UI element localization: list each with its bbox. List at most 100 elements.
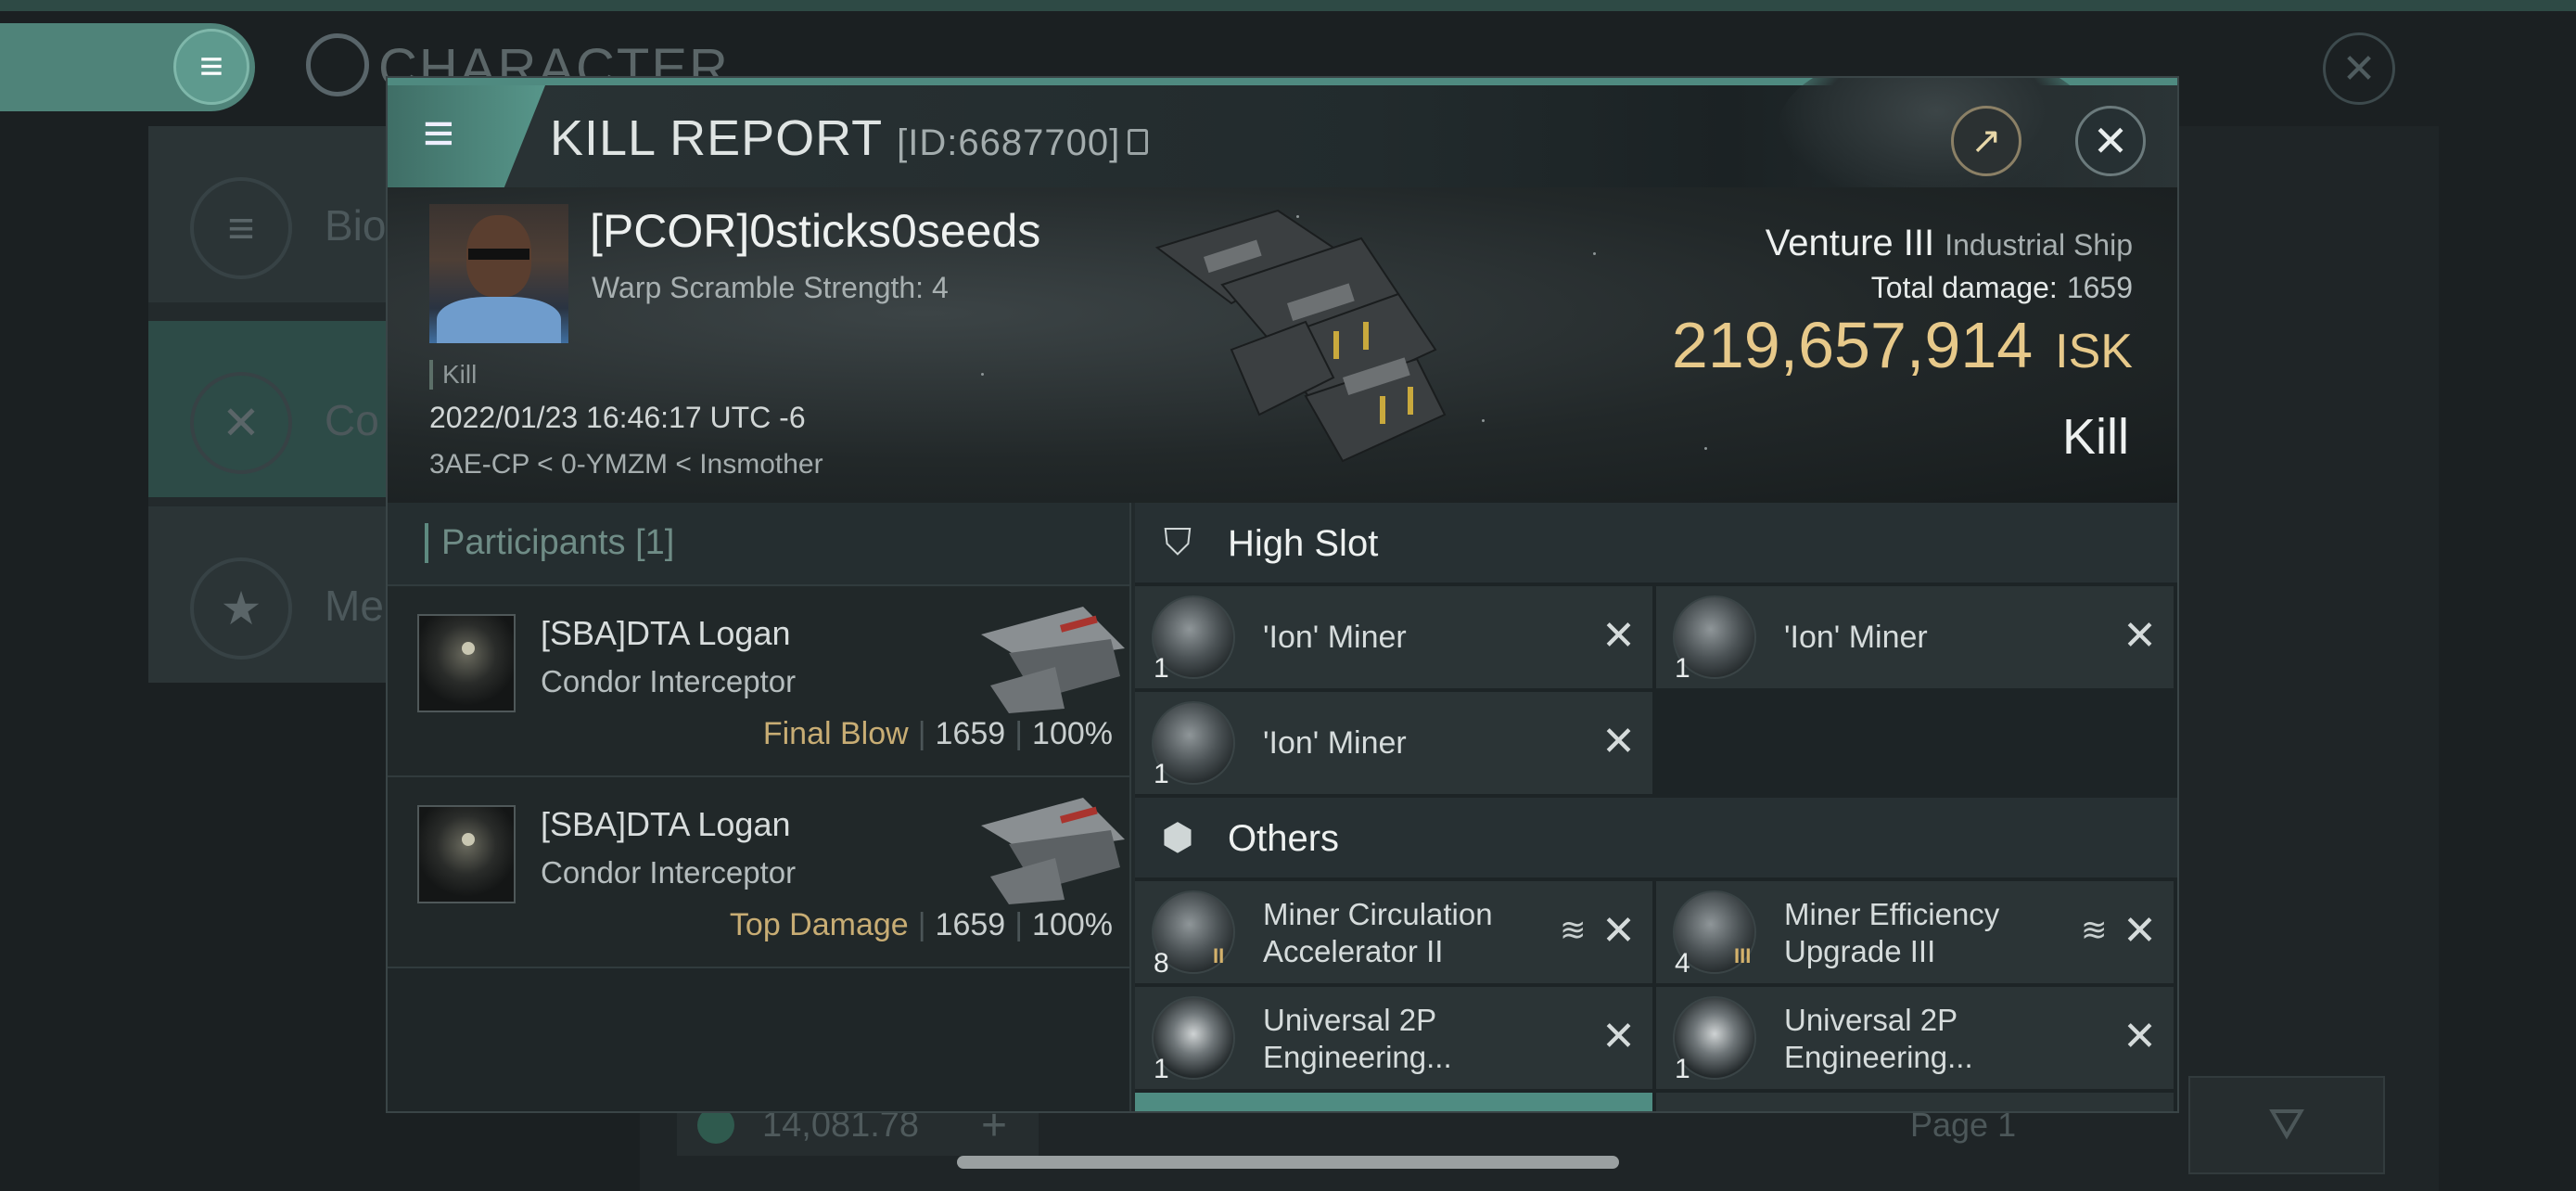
victim-panel: [PCOR]0sticks0seeds Warp Scramble Streng… (388, 187, 2177, 503)
module-item[interactable]: III 4 Miner Efficiency Upgrade III ≋ ✕ (1656, 881, 2174, 983)
sidebar-item-combat[interactable]: ✕ Co (148, 321, 394, 497)
high-slot-header: ⛉ High Slot (1135, 503, 2177, 583)
sidebar-item-label: Bio (325, 201, 387, 250)
participant-name: [SBA]DTA Logan (541, 614, 791, 652)
item-name: Universal 2P Engineering... (1263, 1003, 1452, 1074)
participants-panel: Participants [1] [SBA]DTA Logan Condor I… (388, 503, 1131, 1111)
cube-icon: ⬢ (1161, 817, 1194, 858)
participant-row[interactable]: [SBA]DTA Logan Condor Interceptor Final … (388, 586, 1129, 777)
app-menu: ≡ (0, 23, 255, 111)
item-name: 'Ion' Miner (1784, 620, 1928, 655)
sidebar-item-bio[interactable]: ≡ Bio (148, 126, 394, 302)
kill-id: [ID:6687700] (897, 122, 1121, 163)
fitting-panel: ⛉ High Slot 1 'Ion' Miner ✕ 1 'Ion' Mine… (1135, 503, 2177, 1111)
dialog-header: ≡ KILL REPORT [ID:6687700] ↗ ✕ (388, 78, 2177, 206)
module-item[interactable]: II 8 Miner Circulation Accelerator II ≋ … (1135, 881, 1652, 983)
module-item[interactable]: 1 Universal 2P Engineering... ✕ (1135, 987, 1652, 1089)
participant-role: Final Blow (762, 716, 909, 751)
copy-icon[interactable] (1128, 128, 1149, 155)
item-quantity: 1 (1675, 653, 1690, 684)
filter-icon: ⛛ (2267, 1100, 2306, 1149)
sidebar-item-medals[interactable]: ★ Me (148, 506, 394, 683)
destroyed-icon: ✕ (1601, 1014, 1636, 1059)
star-icon: ★ (190, 557, 292, 660)
participant-name: [SBA]DTA Logan (541, 805, 791, 843)
app-close-button[interactable]: ✕ (2323, 32, 2395, 105)
participant-damage: 1659 (935, 907, 1006, 942)
total-damage-value: 1659 (2066, 271, 2133, 304)
filter-button[interactable]: ⛛ (2188, 1076, 2385, 1174)
participant-row[interactable]: [SBA]DTA Logan Condor Interceptor Top Da… (388, 777, 1129, 968)
others-header: ⬢ Others (1135, 798, 2177, 877)
participant-ship: Condor Interceptor (541, 664, 797, 698)
close-icon: ✕ (2092, 117, 2129, 165)
share-button[interactable]: ↗ (1951, 106, 2021, 176)
item-quantity: 1 (1154, 1054, 1169, 1084)
background-panel (2161, 126, 2439, 1100)
stack-icon: ≋ (1560, 913, 1587, 948)
character-logo-icon (306, 33, 369, 96)
item-name: Miner Efficiency Upgrade III (1784, 897, 2000, 968)
participants-title: Participants [1] (425, 523, 674, 563)
destroyed-icon: ✕ (1601, 908, 1636, 954)
sidebar-item-label: Me (325, 582, 384, 630)
tier-badge: III (1734, 944, 1752, 967)
destroyed-icon: ✕ (2123, 908, 2157, 954)
tier-badge: II (1213, 944, 1225, 967)
victim-portrait[interactable] (429, 204, 568, 343)
module-item[interactable]: 1 'Ion' Miner ✕ (1135, 586, 1652, 688)
ship-name-text: Venture III (1765, 223, 1935, 263)
menu-icon: ≡ (199, 44, 223, 89)
app-menu-button[interactable]: ≡ (173, 29, 249, 105)
participant-percent: 100% (1032, 907, 1113, 942)
home-indicator[interactable] (957, 1156, 1619, 1169)
destroyed-icon: ✕ (2123, 1014, 2157, 1059)
participants-header: Participants [1] (388, 503, 1129, 586)
module-item[interactable]: 1 'Ion' Miner ✕ (1656, 586, 2174, 688)
crossed-swords-icon: ✕ (190, 372, 292, 474)
ship-class: Industrial Ship (1945, 228, 2133, 262)
module-item[interactable]: 1 'Ion' Miner ✕ (1135, 692, 1652, 794)
section-title: High Slot (1228, 523, 1379, 564)
victim-name[interactable]: [PCOR]0sticks0seeds (590, 204, 1040, 258)
close-button[interactable]: ✕ (2075, 106, 2146, 176)
victim-ship-image[interactable] (1120, 192, 1473, 489)
isk-value: 219,657,914 ISK (1672, 308, 2133, 382)
kill-timestamp: 2022/01/23 16:46:17 UTC -6 (429, 401, 806, 434)
participant-ship-image[interactable] (972, 597, 1129, 718)
warp-scramble-strength: Warp Scramble Strength: 4 (592, 271, 949, 304)
participant-role: Top Damage (729, 907, 909, 942)
participant-avatar[interactable] (417, 805, 516, 903)
total-damage: Total damage: 1659 (1871, 271, 2133, 305)
kill-report-dialog: ≡ KILL REPORT [ID:6687700] ↗ ✕ [PCOR]0st… (386, 76, 2179, 1113)
turret-icon: ⛉ (1164, 521, 1192, 563)
menu-icon: ≡ (423, 103, 454, 163)
participant-damage: 1659 (935, 716, 1006, 751)
character-sidebar: ≡ Bio ✕ Co ★ Me (148, 126, 394, 683)
module-item[interactable]: 1 Universal 2P Engineering... ✕ (1656, 987, 2174, 1089)
ship-name[interactable]: Venture III Industrial Ship (1766, 223, 2133, 264)
item-quantity: 1 (1154, 759, 1169, 789)
module-item-partial[interactable] (1135, 1093, 1652, 1111)
sidebar-item-label: Co (325, 396, 379, 444)
stack-icon: ≋ (2081, 913, 2108, 948)
result-label: Kill (2061, 409, 2129, 465)
header-background-art (1779, 78, 2094, 206)
participant-ship-image[interactable] (972, 788, 1129, 909)
isk-amount: 219,657,914 (1671, 309, 2034, 381)
kill-tag: Kill (429, 360, 477, 390)
dialog-menu-button[interactable]: ≡ (388, 85, 545, 187)
top-bar (0, 0, 2576, 11)
destroyed-icon: ✕ (1601, 613, 1636, 659)
item-quantity: 1 (1154, 653, 1169, 684)
participant-percent: 100% (1032, 716, 1113, 751)
participant-avatar[interactable] (417, 614, 516, 712)
participant-ship: Condor Interceptor (541, 855, 797, 890)
section-title: Others (1228, 818, 1340, 859)
module-item-partial[interactable] (1656, 1093, 2174, 1111)
total-damage-label: Total damage: (1870, 271, 2058, 304)
item-name: Universal 2P Engineering... (1784, 1003, 1973, 1074)
item-name: 'Ion' Miner (1263, 620, 1407, 655)
item-name: Miner Circulation Accelerator II (1263, 897, 1493, 968)
list-icon: ≡ (190, 177, 292, 279)
